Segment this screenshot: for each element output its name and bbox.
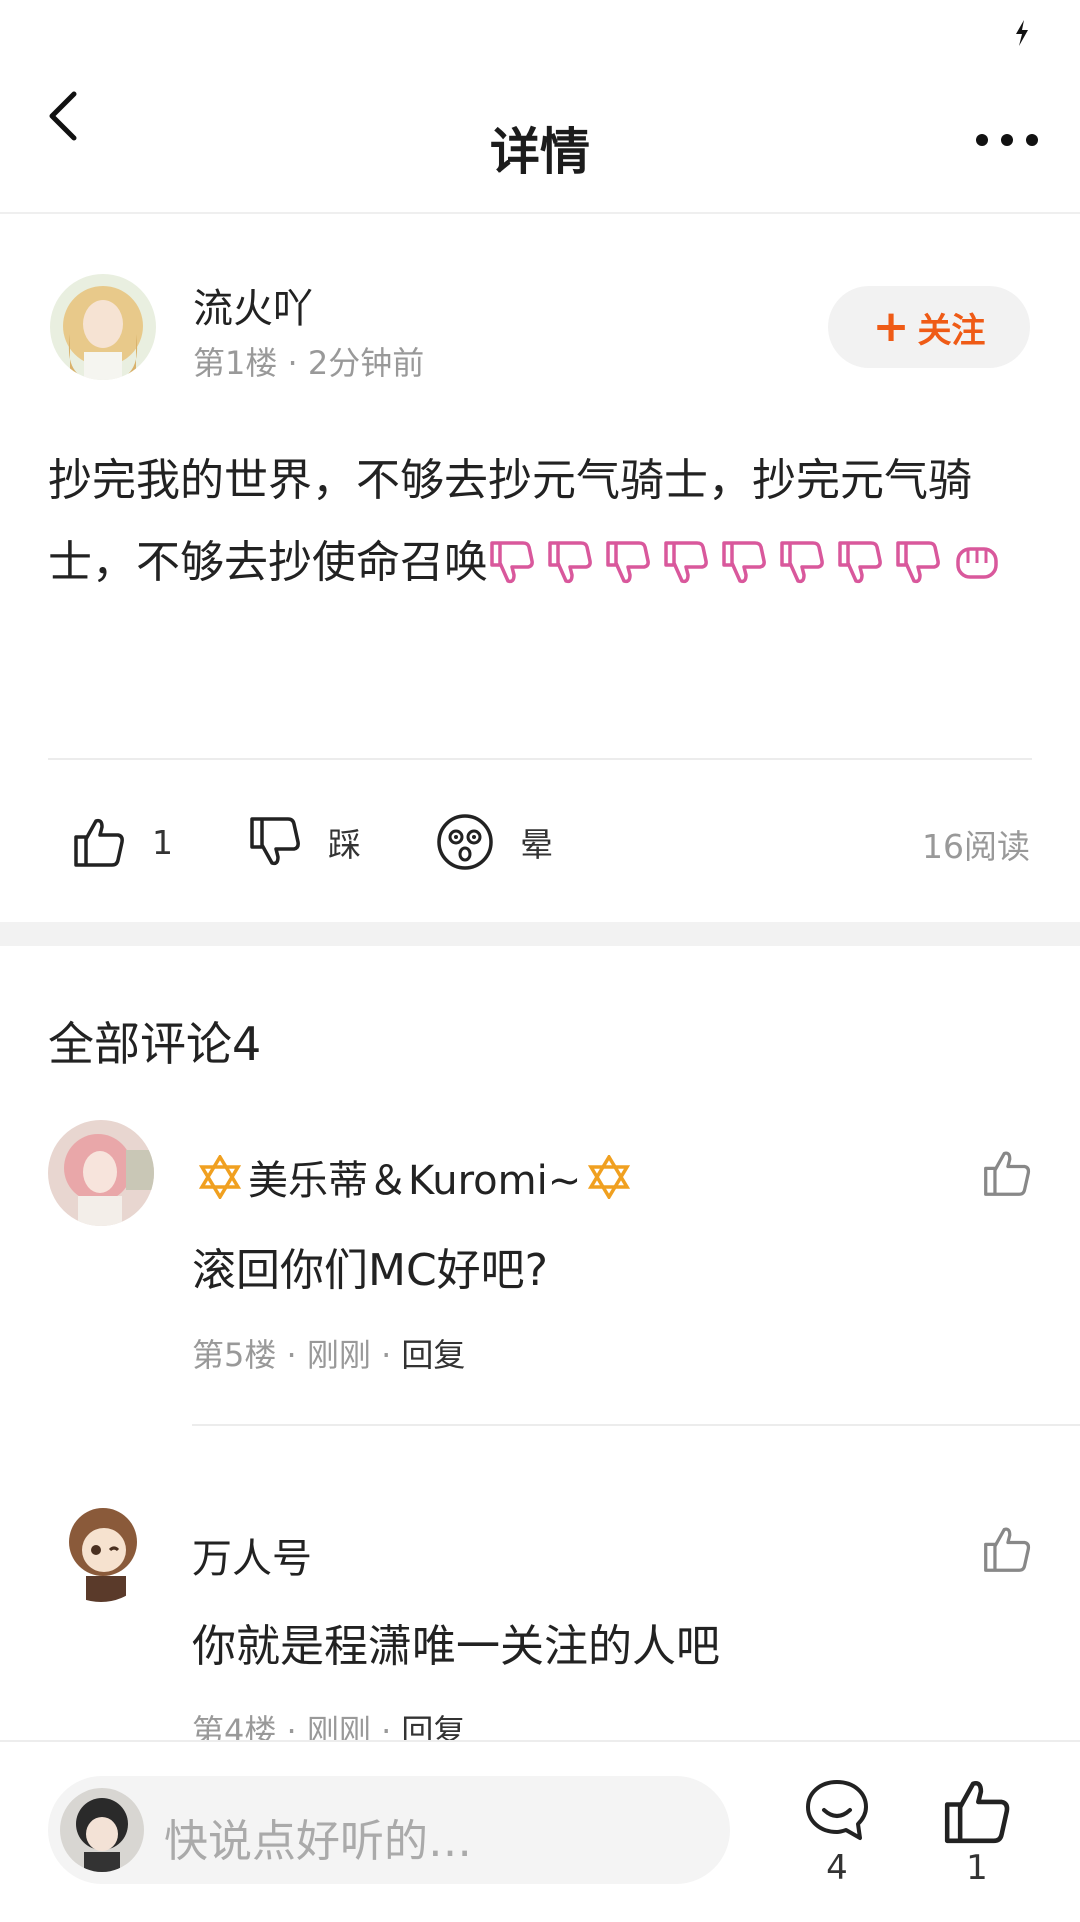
post-floor: 第1楼 xyxy=(193,344,278,382)
commenter-avatar[interactable] xyxy=(48,1496,154,1602)
comment-icon[interactable] xyxy=(802,1776,872,1846)
author-avatar[interactable] xyxy=(50,274,156,380)
charging-icon xyxy=(1016,20,1028,46)
read-count: 16阅读 xyxy=(922,827,1030,866)
thumbs-up-icon xyxy=(74,818,124,867)
thumbs-down-emoji-icon xyxy=(780,541,824,584)
comment-like-button[interactable] xyxy=(982,1524,1032,1574)
thumbs-down-emoji-icon xyxy=(664,541,708,584)
reply-button[interactable]: 回复 xyxy=(401,1336,465,1374)
comment-time: 刚刚 xyxy=(306,1336,371,1374)
follow-label: 关注 xyxy=(917,310,986,351)
thumbs-down-emoji-icon xyxy=(490,541,534,584)
follow-button[interactable]: + 关注 xyxy=(828,286,1030,368)
meta-separator: · xyxy=(286,1336,307,1374)
page-title: 详情 xyxy=(490,123,590,181)
thumbs-down-icon xyxy=(250,817,300,866)
thumbs-down-emoji-icon xyxy=(838,541,882,584)
tread-label: 踩 xyxy=(328,825,361,864)
meta-separator: · xyxy=(381,1336,402,1374)
my-avatar xyxy=(60,1788,144,1872)
thumbs-down-emoji-icon xyxy=(606,541,650,584)
like-action[interactable]: 1 xyxy=(72,808,173,876)
more-options-button[interactable] xyxy=(972,128,1042,152)
comment-floor: 第5楼 xyxy=(192,1336,277,1374)
dizzy-label: 晕 xyxy=(520,825,553,864)
thumbs-down-emoji-icon xyxy=(896,541,940,584)
commenter-name-text: 美乐蒂＆Kuromi~ xyxy=(248,1158,582,1204)
star-of-david-icon xyxy=(198,1155,242,1199)
post-content: 抄完我的世界，不够去抄元气骑士，抄完元气骑士，不够去抄使命召唤 xyxy=(48,440,1028,604)
comment-count: 4 xyxy=(826,1848,848,1888)
commenter-avatar[interactable] xyxy=(48,1120,154,1226)
commenter-name-text: 万人号 xyxy=(192,1536,312,1582)
comment-like-button[interactable] xyxy=(982,1148,1032,1198)
thumbs-down-emoji-icon xyxy=(548,541,592,584)
commenter-name[interactable]: 万人号 xyxy=(192,1526,312,1584)
meta-separator: · xyxy=(287,344,308,382)
section-divider xyxy=(0,922,1080,946)
divider xyxy=(192,1424,1080,1426)
post-time: 2分钟前 xyxy=(307,344,425,382)
thumbs-down-emoji-icon xyxy=(722,541,766,584)
like-count: 1 xyxy=(966,1848,988,1888)
plus-icon: + xyxy=(872,301,910,352)
comments-title: 全部评论4 xyxy=(48,1017,262,1071)
dizzy-action[interactable]: 晕 xyxy=(436,808,553,876)
comment-meta: 第5楼 · 刚刚 · 回复 xyxy=(192,1330,465,1376)
emoji-row xyxy=(488,537,1010,588)
comment-text: 你就是程潇唯一关注的人吧 xyxy=(192,1621,720,1672)
post-meta: 第1楼 · 2分钟前 xyxy=(193,338,424,384)
commenter-name[interactable]: 美乐蒂＆Kuromi~ xyxy=(192,1148,637,1206)
input-placeholder[interactable]: 快说点好听的… xyxy=(164,1805,472,1869)
fist-emoji-icon xyxy=(956,547,998,579)
comment-text: 滚回你们MC好吧? xyxy=(192,1245,549,1296)
star-of-david-icon xyxy=(588,1155,631,1199)
author-name[interactable]: 流火吖 xyxy=(193,276,313,334)
like-count: 1 xyxy=(152,822,173,862)
like-button[interactable] xyxy=(942,1776,1012,1846)
divider xyxy=(48,758,1032,760)
dizzy-face-icon xyxy=(437,814,493,870)
tread-action[interactable]: 踩 xyxy=(248,808,361,876)
